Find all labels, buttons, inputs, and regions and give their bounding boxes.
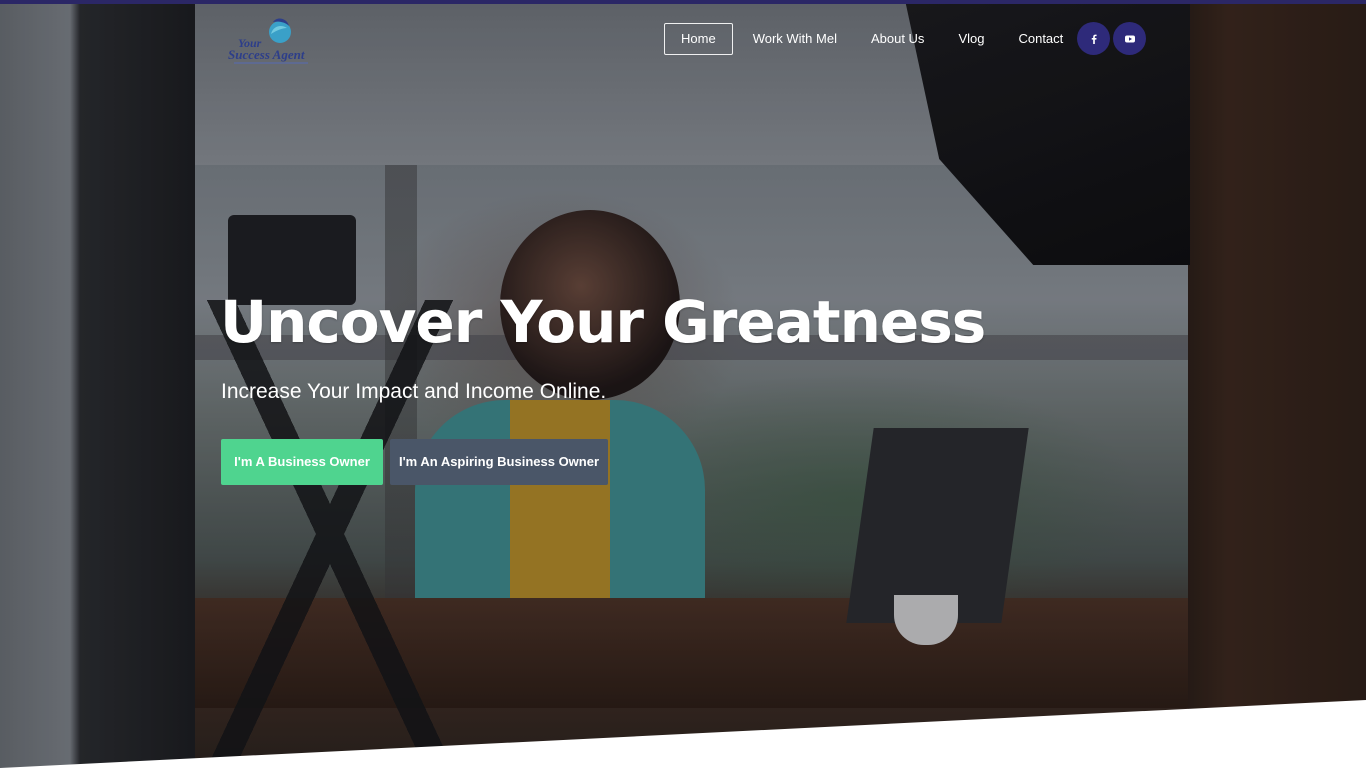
- business-owner-button[interactable]: I'm A Business Owner: [221, 439, 383, 485]
- social-links: [1077, 22, 1149, 55]
- nav-item-contact[interactable]: Contact: [1002, 23, 1079, 55]
- site-logo[interactable]: Your Success Agent: [226, 14, 316, 66]
- nav-item-work-with-mel[interactable]: Work With Mel: [737, 23, 853, 55]
- nav-item-home[interactable]: Home: [664, 23, 733, 55]
- hero-overlay: [0, 0, 1366, 768]
- logo-text-line-2: Success Agent: [228, 47, 305, 62]
- facebook-button[interactable]: [1077, 22, 1110, 55]
- landing-page: Your Success Agent Home Work With Mel Ab…: [0, 0, 1366, 768]
- hero-title: Uncover Your Greatness: [220, 288, 986, 356]
- logo-tagline: [234, 62, 308, 64]
- youtube-button[interactable]: [1113, 22, 1146, 55]
- top-accent-bar: [0, 0, 1366, 4]
- facebook-icon: [1091, 34, 1097, 44]
- globe-logo-icon: [269, 18, 291, 43]
- nav-item-about-us[interactable]: About Us: [855, 23, 940, 55]
- aspiring-business-owner-button[interactable]: I'm An Aspiring Business Owner: [390, 439, 608, 485]
- youtube-icon: [1124, 35, 1135, 42]
- hero-subtitle: Increase Your Impact and Income Online.: [221, 380, 607, 403]
- nav-item-vlog[interactable]: Vlog: [942, 23, 1000, 55]
- main-nav: Home Work With Mel About Us Vlog Contact: [664, 23, 1081, 55]
